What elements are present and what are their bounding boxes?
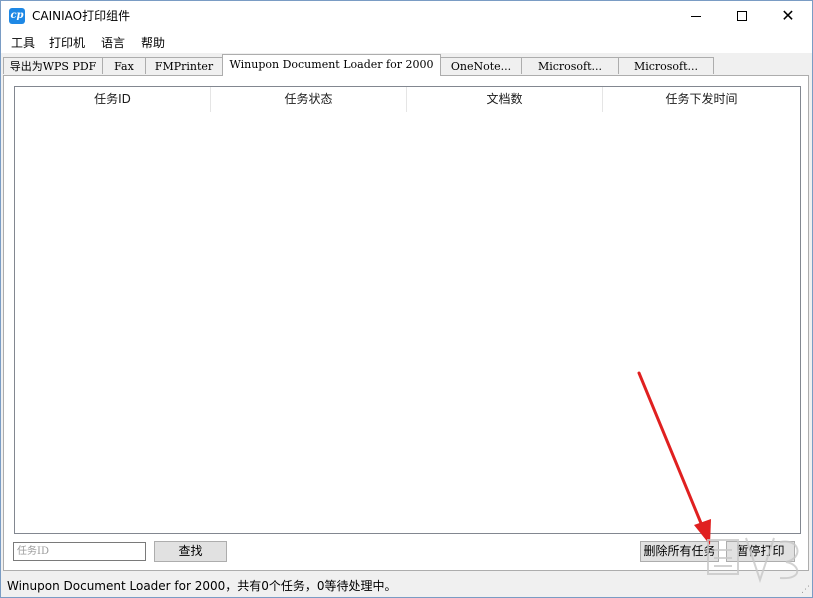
title-bar[interactable]: cp CAINIAO打印组件 ✕ xyxy=(1,1,812,32)
close-button[interactable]: ✕ xyxy=(765,1,811,32)
pause-printing-button[interactable]: 暂停打印 xyxy=(726,541,795,562)
minimize-icon xyxy=(691,16,701,17)
status-text: Winupon Document Loader for 2000，共有0个任务，… xyxy=(7,579,397,593)
printer-tab-strip: 导出为WPS PDF Fax FMPrinter Winupon Documen… xyxy=(1,54,812,76)
tab-wps-pdf[interactable]: 导出为WPS PDF xyxy=(3,57,103,74)
job-id-search-input[interactable] xyxy=(13,542,146,561)
maximize-button[interactable] xyxy=(719,1,765,32)
menu-tools[interactable]: 工具 xyxy=(9,35,37,51)
tab-panel: 任务ID 任务状态 文档数 任务下发时间 查找 删除所有任务 暂停打印 xyxy=(3,75,809,571)
resize-grip-icon[interactable]: ⋰ xyxy=(800,585,810,595)
menu-help[interactable]: 帮助 xyxy=(139,35,167,51)
column-header-job-id[interactable]: 任务ID xyxy=(15,87,211,112)
delete-all-jobs-button[interactable]: 删除所有任务 xyxy=(640,541,719,562)
tab-microsoft-1[interactable]: Microsoft... xyxy=(521,57,619,74)
print-job-list[interactable]: 任务ID 任务状态 文档数 任务下发时间 xyxy=(14,86,801,534)
search-button[interactable]: 查找 xyxy=(154,541,227,562)
menu-printer[interactable]: 打印机 xyxy=(47,35,87,51)
tab-onenote[interactable]: OneNote... xyxy=(440,57,522,74)
tab-fmprinter[interactable]: FMPrinter xyxy=(145,57,223,74)
column-header-document-count[interactable]: 文档数 xyxy=(407,87,603,112)
job-list-header: 任务ID 任务状态 文档数 任务下发时间 xyxy=(15,87,800,112)
app-logo-icon: cp xyxy=(9,8,25,24)
close-icon: ✕ xyxy=(781,6,795,25)
column-header-dispatch-time[interactable]: 任务下发时间 xyxy=(603,87,800,112)
status-bar: Winupon Document Loader for 2000，共有0个任务，… xyxy=(1,575,812,597)
tab-winupon-document-loader[interactable]: Winupon Document Loader for 2000 xyxy=(222,54,441,76)
tab-microsoft-2[interactable]: Microsoft... xyxy=(618,57,714,74)
menu-language[interactable]: 语言 xyxy=(99,35,127,51)
minimize-button[interactable] xyxy=(673,1,719,32)
window-title: CAINIAO打印组件 xyxy=(32,9,131,23)
app-window: cp CAINIAO打印组件 ✕ 工具 打印机 语言 帮助 导出为WPS PDF… xyxy=(0,0,813,598)
maximize-icon xyxy=(737,11,747,21)
tab-fax[interactable]: Fax xyxy=(102,57,146,74)
menu-bar: 工具 打印机 语言 帮助 xyxy=(1,32,812,53)
column-header-job-status[interactable]: 任务状态 xyxy=(211,87,407,112)
